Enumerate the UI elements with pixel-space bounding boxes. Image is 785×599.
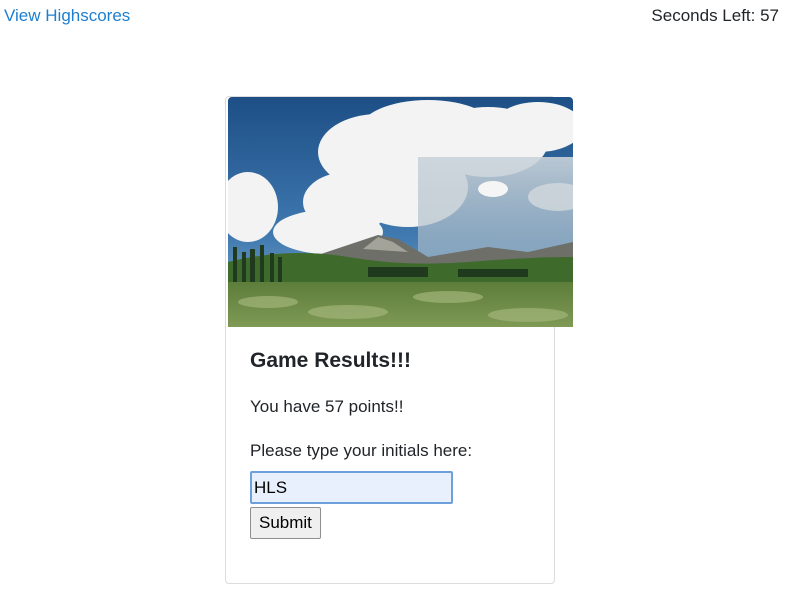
seconds-left-timer: Seconds Left: 57: [651, 6, 779, 25]
view-highscores-link[interactable]: View Highscores: [4, 6, 130, 26]
game-results-title: Game Results!!!: [250, 349, 412, 372]
submit-button[interactable]: Submit: [250, 507, 321, 539]
points-text: You have 57 points!!: [250, 397, 404, 416]
top-bar: View Highscores Seconds Left: 57: [0, 0, 785, 36]
initials-prompt: Please type your initials here:: [250, 441, 473, 460]
card-body: Game Results!!! You have 57 points!! Ple…: [250, 349, 540, 539]
results-card: Game Results!!! You have 57 points!! Ple…: [225, 96, 573, 584]
initials-input[interactable]: [250, 471, 453, 504]
landscape-image: [228, 97, 573, 327]
